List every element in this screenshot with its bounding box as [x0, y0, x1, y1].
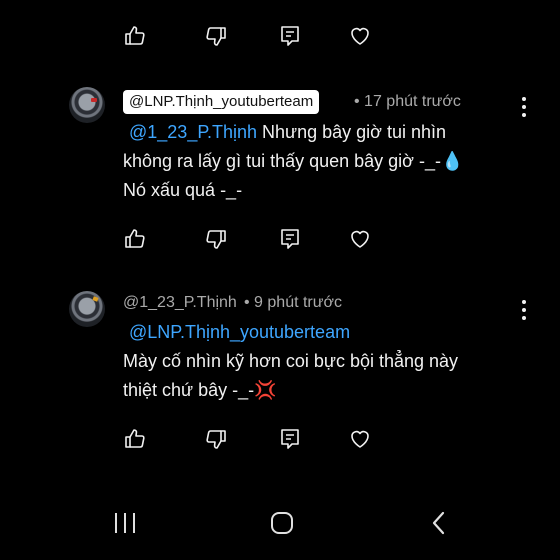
comment-line: Nó xấu quá -_-	[123, 180, 243, 200]
avatar-detail	[92, 296, 99, 302]
mention-link[interactable]: @1_23_P.Thịnh	[129, 122, 257, 142]
back-icon	[430, 511, 448, 539]
dislike-button[interactable]	[204, 227, 228, 251]
reply-button[interactable]	[278, 24, 302, 48]
back-button[interactable]	[430, 511, 448, 540]
reply-icon	[278, 24, 302, 48]
comment-time: • 17 phút trước	[354, 93, 461, 110]
heart-icon	[348, 427, 372, 451]
heart-button[interactable]	[348, 24, 372, 48]
reply-button[interactable]	[278, 227, 302, 251]
thumbs-up-icon	[123, 24, 147, 48]
like-button[interactable]	[123, 24, 147, 48]
comment-line-text: Nhưng bây giờ tui nhìn	[257, 122, 447, 142]
thumbs-down-icon	[204, 24, 228, 48]
thumbs-up-icon	[123, 427, 147, 451]
reply-icon	[278, 427, 302, 451]
comment-time: • 9 phút trước	[244, 294, 342, 311]
mention-link[interactable]: @LNP.Thịnh_youtuberteam	[129, 322, 350, 342]
like-button[interactable]	[123, 227, 147, 251]
reply-button[interactable]	[278, 427, 302, 451]
system-nav-bar	[0, 480, 560, 560]
avatar[interactable]	[69, 87, 105, 123]
comment-line: @LNP.Thịnh_youtuberteam	[123, 318, 543, 347]
author-name[interactable]: @1_23_P.Thịnh	[123, 291, 237, 315]
reply-icon	[278, 227, 302, 251]
heart-button[interactable]	[348, 227, 372, 251]
dislike-button[interactable]	[204, 24, 228, 48]
avatar[interactable]	[69, 291, 105, 327]
home-button[interactable]	[270, 511, 294, 540]
recent-apps-icon	[112, 513, 138, 539]
more-vert-icon[interactable]	[521, 97, 527, 117]
recent-apps-button[interactable]	[112, 511, 138, 540]
comment-line: không ra lấy gì tui thấy quen bây giờ -_…	[123, 151, 464, 171]
heart-button[interactable]	[348, 427, 372, 451]
thumbs-down-icon	[204, 427, 228, 451]
more-vert-icon[interactable]	[521, 300, 527, 320]
thumbs-up-icon	[123, 227, 147, 251]
avatar-detail	[91, 98, 97, 102]
author-name[interactable]: @LNP.Thịnh_youtuberteam	[123, 90, 320, 114]
dislike-button[interactable]	[204, 427, 228, 451]
comment-line: @1_23_P.Thịnh Nhưng bây giờ tui nhìn	[123, 118, 543, 147]
heart-icon	[348, 227, 372, 251]
home-icon	[270, 512, 294, 539]
thumbs-down-icon	[204, 227, 228, 251]
comment-line: thiệt chứ bây -_-💢	[123, 380, 277, 400]
comment-text: @LNP.Thịnh_youtuberteam Mày cố nhìn kỹ h…	[123, 318, 543, 405]
comment-line: Mày cố nhìn kỹ hơn coi bực bội thẳng này	[123, 351, 459, 371]
comment-text: @1_23_P.Thịnh Nhưng bây giờ tui nhìn khô…	[123, 118, 543, 205]
heart-icon	[348, 24, 372, 48]
like-button[interactable]	[123, 427, 147, 451]
